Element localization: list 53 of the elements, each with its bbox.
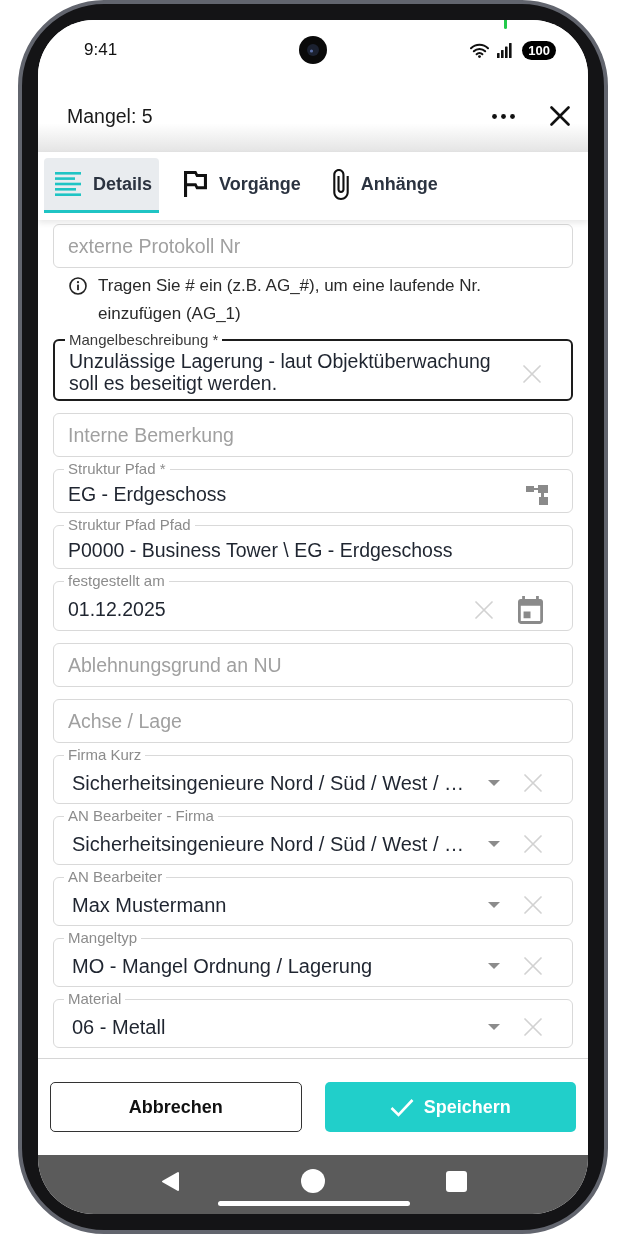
field-label: Struktur Pfad * (67, 461, 167, 477)
field-label: Struktur Pfad Pfad (67, 517, 192, 533)
text-field[interactable]: Interne Bemerkung (53, 413, 573, 457)
text-input[interactable]: EG - Erdgeschoss (54, 479, 526, 510)
dropdown-field[interactable]: Material 06 - Metall (53, 991, 573, 1048)
text-field[interactable]: Struktur Pfad Pfad P0000 - Business Tower \ EG - Erdgeschoss (53, 517, 573, 569)
tab[interactable]: Anhänge (321, 158, 445, 213)
recents-icon[interactable] (445, 1170, 467, 1192)
dropdown-caret-icon[interactable] (488, 780, 500, 786)
dropdown-caret-icon[interactable] (488, 1024, 500, 1030)
close-icon[interactable] (550, 106, 570, 126)
battery-indicator: 100 (522, 40, 556, 60)
hint-text: Tragen Sie # ein (z.B. AG_#), um eine laufende Nr. einzufügen (AG_1) (98, 275, 483, 325)
paperclip-icon (332, 168, 349, 200)
text-area[interactable]: Mangelbeschreibung * Unzulässige Lagerung - laut Objektüberwachung soll es beseitigt werden. (53, 332, 573, 401)
dropdown-field[interactable]: AN Bearbeiter Max Mustermann (53, 869, 573, 926)
tab[interactable]: Details (44, 158, 160, 213)
back-icon[interactable] (160, 1170, 180, 1192)
tree-icon[interactable] (526, 484, 549, 505)
more-icon[interactable] (492, 114, 515, 119)
flag-icon (184, 171, 208, 197)
text-field[interactable]: Achse / Lage (53, 699, 573, 743)
dropdown-field[interactable]: Firma Kurz Sicherheitsingenieure Nord / Süd / West / … (53, 747, 573, 804)
text-input[interactable]: P0000 - Business Tower \ EG - Erdgeschoss (54, 535, 572, 566)
signal-icon (497, 42, 513, 58)
home-icon[interactable] (301, 1169, 325, 1193)
field-label: Firma Kurz (67, 747, 143, 763)
screen-title: Mangel: 5 (67, 105, 153, 127)
text-field[interactable]: Ablehnungsgrund an NU (53, 643, 573, 687)
wifi-icon (470, 42, 490, 58)
field-label: Material (67, 991, 123, 1007)
text-lines-icon (55, 172, 81, 196)
tab[interactable]: Vorgänge (173, 158, 308, 213)
date-field[interactable]: festgestellt am 01.12.2025 (53, 573, 573, 631)
field-label: Mangeltyp (67, 930, 139, 946)
check-icon (389, 1097, 414, 1117)
field-label: AN Bearbeiter - Firma (67, 808, 215, 824)
field-label: Mangelbeschreibung * (68, 332, 220, 348)
calendar-icon[interactable] (518, 595, 543, 624)
text-field[interactable]: externe Protokoll Nr (53, 224, 573, 268)
dropdown-caret-icon[interactable] (488, 963, 500, 969)
cancel-button[interactable]: Abbrechen (50, 1082, 302, 1132)
dropdown-caret-icon[interactable] (488, 841, 500, 847)
front-camera-icon (299, 36, 327, 64)
status-time: 9:41 (84, 40, 118, 60)
text-field[interactable]: Struktur Pfad * EG - Erdgeschoss (53, 461, 573, 513)
dropdown-caret-icon[interactable] (488, 902, 500, 908)
info-icon (69, 277, 87, 295)
dropdown-field[interactable]: AN Bearbeiter - Firma Sicherheitsingenieure Nord / Süd / West / … (53, 808, 573, 865)
dropdown-field[interactable]: Mangeltyp MO - Mangel Ordnung / Lagerung (53, 930, 573, 987)
text-input[interactable]: 01.12.2025 (54, 594, 475, 625)
field-label: festgestellt am (67, 573, 166, 589)
field-label: AN Bearbeiter (67, 869, 164, 885)
